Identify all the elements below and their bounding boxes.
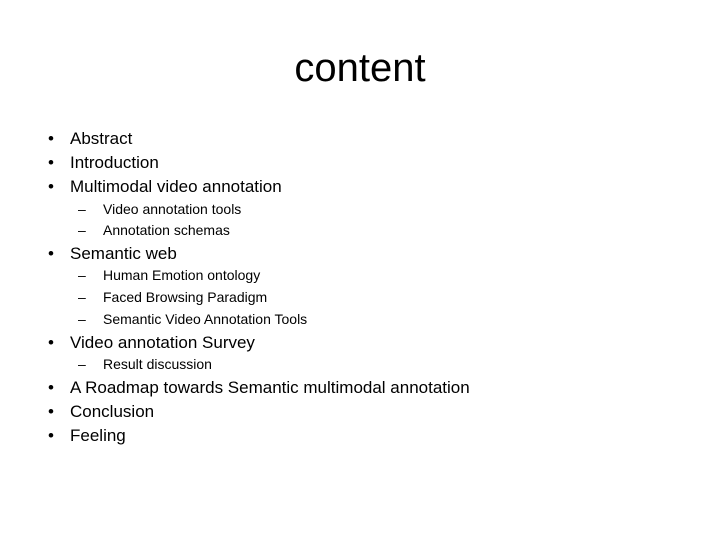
bullet-icon: • <box>48 426 54 445</box>
list-item-text: Video annotation Survey <box>70 333 255 352</box>
list-item-text: Semantic Video Annotation Tools <box>103 311 308 327</box>
bullet-icon: • <box>48 402 54 421</box>
dash-icon: – <box>78 222 86 238</box>
dash-icon: – <box>78 201 86 217</box>
list-item-text: Abstract <box>70 129 133 148</box>
list-item-text: Feeling <box>70 426 126 445</box>
bullet-icon: • <box>48 129 54 148</box>
list-item-text: Faced Browsing Paradigm <box>103 289 268 305</box>
list-item-text: Human Emotion ontology <box>103 267 261 283</box>
bullet-icon: • <box>48 153 54 172</box>
list-item-text: Multimodal video annotation <box>70 177 282 196</box>
slide-title: content <box>294 46 426 90</box>
bullet-icon: • <box>48 177 54 196</box>
list-item-text: Introduction <box>70 153 159 172</box>
list-item-text: Semantic web <box>70 244 177 263</box>
list-item-text: Video annotation tools <box>103 201 242 217</box>
list-item-text: Result discussion <box>103 356 212 372</box>
bullet-icon: • <box>48 378 54 397</box>
list-item-text: A Roadmap towards Semantic multimodal an… <box>70 378 470 397</box>
dash-icon: – <box>78 267 86 283</box>
dash-icon: – <box>78 311 86 327</box>
list-item-text: Conclusion <box>70 402 155 421</box>
dash-icon: – <box>78 289 86 305</box>
list-item-text: Annotation schemas <box>103 222 230 238</box>
bullet-icon: • <box>48 244 54 263</box>
dash-icon: – <box>78 356 86 372</box>
bullet-icon: • <box>48 333 54 352</box>
